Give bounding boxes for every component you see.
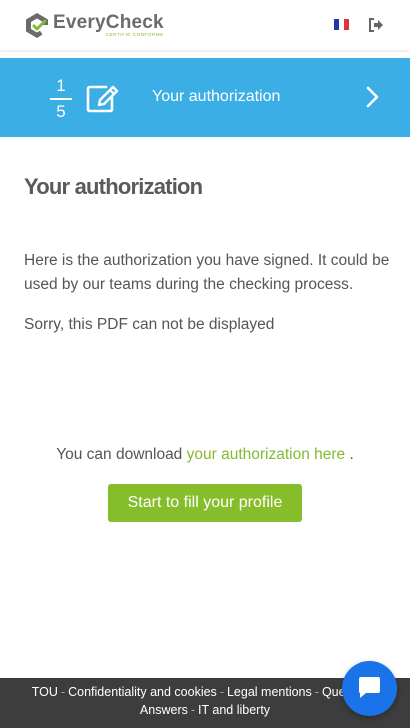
banner-title: Your authorization	[152, 88, 281, 105]
logo-wordmark: EveryCheck	[53, 13, 164, 32]
logo-word-check: Check	[105, 11, 164, 33]
download-authorization-link[interactable]: your authorization here	[187, 446, 346, 463]
step-divider	[50, 98, 72, 100]
step-indicator: 1 5	[48, 76, 74, 122]
download-prefix: You can download	[56, 446, 183, 463]
fr-flag-icon[interactable]	[334, 19, 349, 30]
step-banner: 1 5 Your authorization	[0, 58, 410, 137]
footer-link-answers[interactable]: Answers	[140, 703, 188, 717]
everycheck-logo[interactable]: EveryCheck CERTIFIÉ CONFORME	[25, 11, 164, 39]
authorization-description: Here is the authorization you have signe…	[24, 252, 390, 293]
logo-mark-icon	[26, 12, 48, 38]
footer-link-it-liberty[interactable]: IT and liberty	[198, 703, 270, 717]
logo-tagline: CERTIFIÉ CONFORME	[105, 31, 164, 37]
pdf-error-message: Sorry, this PDF can not be displayed	[24, 316, 275, 333]
download-suffix: .	[349, 446, 354, 463]
chevron-right-icon[interactable]	[366, 86, 380, 108]
footer-separator: -	[190, 703, 196, 717]
top-header: EveryCheck CERTIFIÉ CONFORME	[0, 0, 410, 50]
chat-button[interactable]	[342, 661, 397, 716]
logo-word-every: Every	[53, 11, 106, 33]
footer-link-tou[interactable]: TOU	[32, 685, 58, 699]
logo-text: EveryCheck CERTIFIÉ CONFORME	[53, 13, 164, 38]
footer-separator: -	[314, 685, 319, 699]
step-total: 5	[56, 102, 66, 121]
sign-out-icon[interactable]	[368, 17, 384, 33]
footer-link-legal[interactable]: Legal mentions	[227, 685, 312, 699]
step-current: 1	[56, 76, 66, 95]
page-title: Your authorization	[24, 174, 203, 199]
footer-separator: -	[60, 685, 66, 699]
footer-separator: -	[219, 685, 224, 699]
flag-red	[344, 19, 349, 30]
download-text: You can download your authorization here…	[0, 446, 410, 464]
footer-link-confidentiality[interactable]: Confidentiality and cookies	[68, 685, 217, 699]
chat-icon	[359, 677, 380, 698]
start-profile-button[interactable]: Start to fill your profile	[108, 484, 302, 522]
edit-icon	[86, 85, 119, 113]
